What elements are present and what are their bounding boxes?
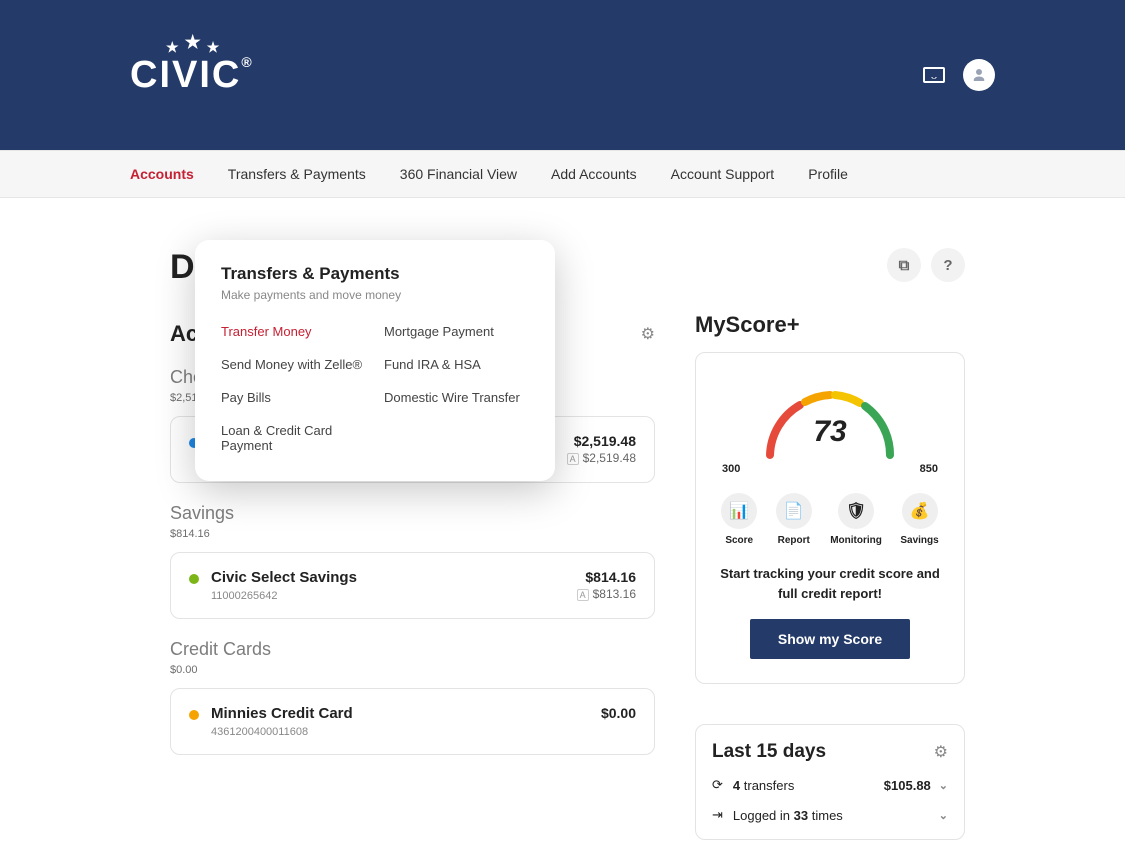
- login-icon: ⇥: [712, 807, 723, 823]
- dropdown-title: Transfers & Payments: [221, 264, 529, 284]
- nav-accounts[interactable]: Accounts: [130, 166, 194, 182]
- account-number: 11000265642: [211, 590, 357, 602]
- dropdown-transfer-money[interactable]: Transfer Money: [221, 324, 366, 339]
- chevron-down-icon: ⌄: [939, 809, 948, 822]
- activity-settings-icon[interactable]: ⚙: [934, 742, 948, 762]
- activity-heading: Last 15 days: [712, 741, 826, 763]
- account-card-credit[interactable]: Minnies Credit Card 4361200400011608 $0.…: [170, 688, 655, 755]
- available-badge: A: [577, 589, 589, 601]
- account-balance: $0.00: [601, 705, 636, 721]
- shield-icon: 🛡: [838, 493, 874, 529]
- myscore-card: 73 300 850 📊 Score 📄 Report 🛡 Monitoring 💰 S…: [695, 352, 965, 684]
- activity-row-logins[interactable]: ⇥Logged in 33 times ⌄: [712, 807, 948, 823]
- dropdown-pay-bills[interactable]: Pay Bills: [221, 390, 366, 405]
- main-nav: Accounts Transfers & Payments 360 Financ…: [0, 150, 1125, 198]
- chevron-down-icon: ⌄: [939, 779, 948, 792]
- mail-icon[interactable]: [923, 67, 945, 83]
- nav-financial-view[interactable]: 360 Financial View: [400, 166, 517, 182]
- brand-logo[interactable]: ★★★ CIVIC®: [130, 54, 254, 97]
- brand-name: CIVIC: [130, 54, 241, 96]
- quick-savings[interactable]: 💰 Savings: [900, 493, 938, 546]
- quick-label: Monitoring: [830, 535, 882, 546]
- myscore-heading: MyScore+: [695, 312, 965, 338]
- top-bar: ★★★ CIVIC®: [0, 0, 1125, 150]
- chart-icon: 📊: [721, 493, 757, 529]
- available-badge: A: [567, 453, 579, 465]
- account-name: Minnies Credit Card: [211, 705, 353, 722]
- nav-profile[interactable]: Profile: [808, 166, 848, 182]
- account-number: 4361200400011608: [211, 726, 353, 738]
- quick-score[interactable]: 📊 Score: [721, 493, 757, 546]
- help-icon[interactable]: ?: [931, 248, 965, 282]
- group-credit-title: Credit Cards: [170, 639, 655, 660]
- logo-stars-icon: ★★★: [166, 36, 225, 57]
- quick-label: Report: [778, 535, 810, 546]
- activity-card: Last 15 days ⚙ ⟳4 transfers $105.88⌄ ⇥Lo…: [695, 724, 965, 840]
- refresh-icon: ⟳: [712, 777, 723, 793]
- dropdown-ira-hsa[interactable]: Fund IRA & HSA: [384, 357, 529, 372]
- dropdown-wire[interactable]: Domestic Wire Transfer: [384, 390, 529, 405]
- coins-icon: 💰: [902, 493, 938, 529]
- show-score-button[interactable]: Show my Score: [750, 619, 910, 659]
- nav-support[interactable]: Account Support: [671, 166, 775, 182]
- dot-icon: [189, 574, 199, 584]
- account-balance: $2,519.48: [567, 433, 636, 449]
- activity-row-transfers[interactable]: ⟳4 transfers $105.88⌄: [712, 777, 948, 793]
- dropdown-zelle[interactable]: Send Money with Zelle®: [221, 357, 366, 372]
- account-balance: $814.16: [577, 569, 636, 585]
- score-gauge: 73: [750, 375, 910, 465]
- accounts-settings-icon[interactable]: ⚙: [641, 324, 655, 344]
- dropdown-mortgage[interactable]: Mortgage Payment: [384, 324, 529, 339]
- account-available: $813.16: [593, 587, 636, 601]
- nav-add-accounts[interactable]: Add Accounts: [551, 166, 637, 182]
- group-savings-title: Savings: [170, 503, 655, 524]
- score-value: 73: [750, 415, 910, 449]
- dropdown-loan-cc[interactable]: Loan & Credit Card Payment: [221, 423, 366, 453]
- dropdown-subtitle: Make payments and move money: [221, 288, 529, 302]
- user-avatar[interactable]: [963, 59, 995, 91]
- copy-icon[interactable]: ⧉: [887, 248, 921, 282]
- group-credit-total: $0.00: [170, 664, 655, 676]
- score-min: 300: [722, 463, 740, 475]
- quick-report[interactable]: 📄 Report: [776, 493, 812, 546]
- group-savings-total: $814.16: [170, 528, 655, 540]
- quick-label: Score: [725, 535, 753, 546]
- account-name: Civic Select Savings: [211, 569, 357, 586]
- account-available: $2,519.48: [583, 451, 636, 465]
- nav-transfers[interactable]: Transfers & Payments: [228, 166, 366, 182]
- document-icon: 📄: [776, 493, 812, 529]
- account-card-savings[interactable]: Civic Select Savings 11000265642 $814.16…: [170, 552, 655, 619]
- dot-icon: [189, 710, 199, 720]
- activity-amount: $105.88: [884, 778, 931, 793]
- myscore-text: Start tracking your credit score and ful…: [712, 564, 948, 603]
- person-icon: [970, 66, 988, 84]
- quick-monitoring[interactable]: 🛡 Monitoring: [830, 493, 882, 546]
- quick-label: Savings: [900, 535, 938, 546]
- transfers-dropdown: Transfers & Payments Make payments and m…: [195, 240, 555, 481]
- score-max: 850: [920, 463, 938, 475]
